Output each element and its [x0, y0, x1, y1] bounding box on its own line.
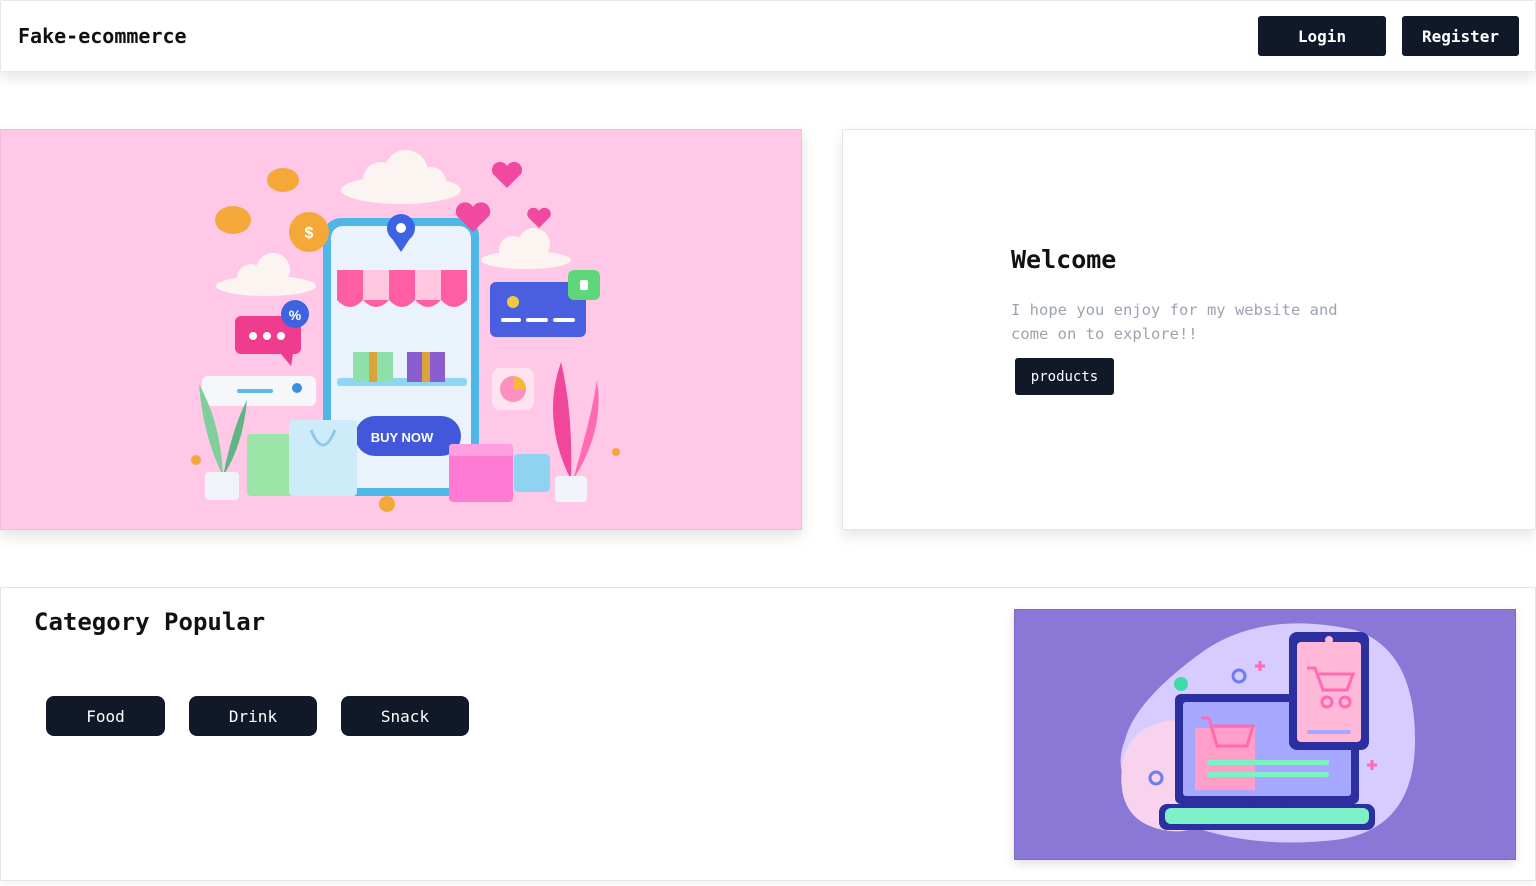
cart-icon — [1195, 728, 1255, 790]
heart-icon — [455, 161, 551, 232]
category-snack-button[interactable]: Snack — [341, 696, 469, 736]
shopping-bag-icon — [247, 420, 357, 496]
nav-actions: Login Register — [1258, 16, 1519, 56]
welcome-card: Welcome I hope you enjoy for my website … — [842, 129, 1536, 530]
category-illustration-svg — [1120, 623, 1415, 843]
user-icon — [292, 383, 302, 393]
svg-text:$: $ — [305, 225, 314, 242]
chat-bubble-icon: % — [235, 300, 309, 366]
brand-logo-text[interactable]: Fake-ecommerce — [18, 24, 187, 48]
register-button[interactable]: Register — [1402, 16, 1519, 56]
smartphone-icon — [1289, 632, 1369, 750]
credit-card-icon — [490, 270, 600, 337]
welcome-title: Welcome — [1011, 245, 1117, 274]
gift-box-icon — [449, 444, 550, 502]
top-navbar: Fake-ecommerce Login Register — [0, 0, 1536, 72]
hero-shopping-illustration: BUY NOW $ % — [0, 129, 802, 530]
category-title: Category Popular — [34, 608, 266, 636]
category-food-button[interactable]: Food — [46, 696, 165, 736]
hero-illustration-svg: BUY NOW $ % — [191, 150, 620, 512]
svg-text:%: % — [289, 307, 302, 323]
coin-icon: $ — [215, 168, 329, 252]
online-shopping-illustration — [1014, 609, 1516, 860]
products-button[interactable]: products — [1015, 358, 1114, 395]
category-drink-button[interactable]: Drink — [189, 696, 317, 736]
buy-now-text: BUY NOW — [371, 430, 434, 445]
login-button[interactable]: Login — [1258, 16, 1386, 56]
category-section: Category Popular Food Drink Snack — [0, 587, 1536, 881]
welcome-description: I hope you enjoy for my website and come… — [1011, 301, 1338, 343]
shop-awning — [337, 270, 467, 307]
